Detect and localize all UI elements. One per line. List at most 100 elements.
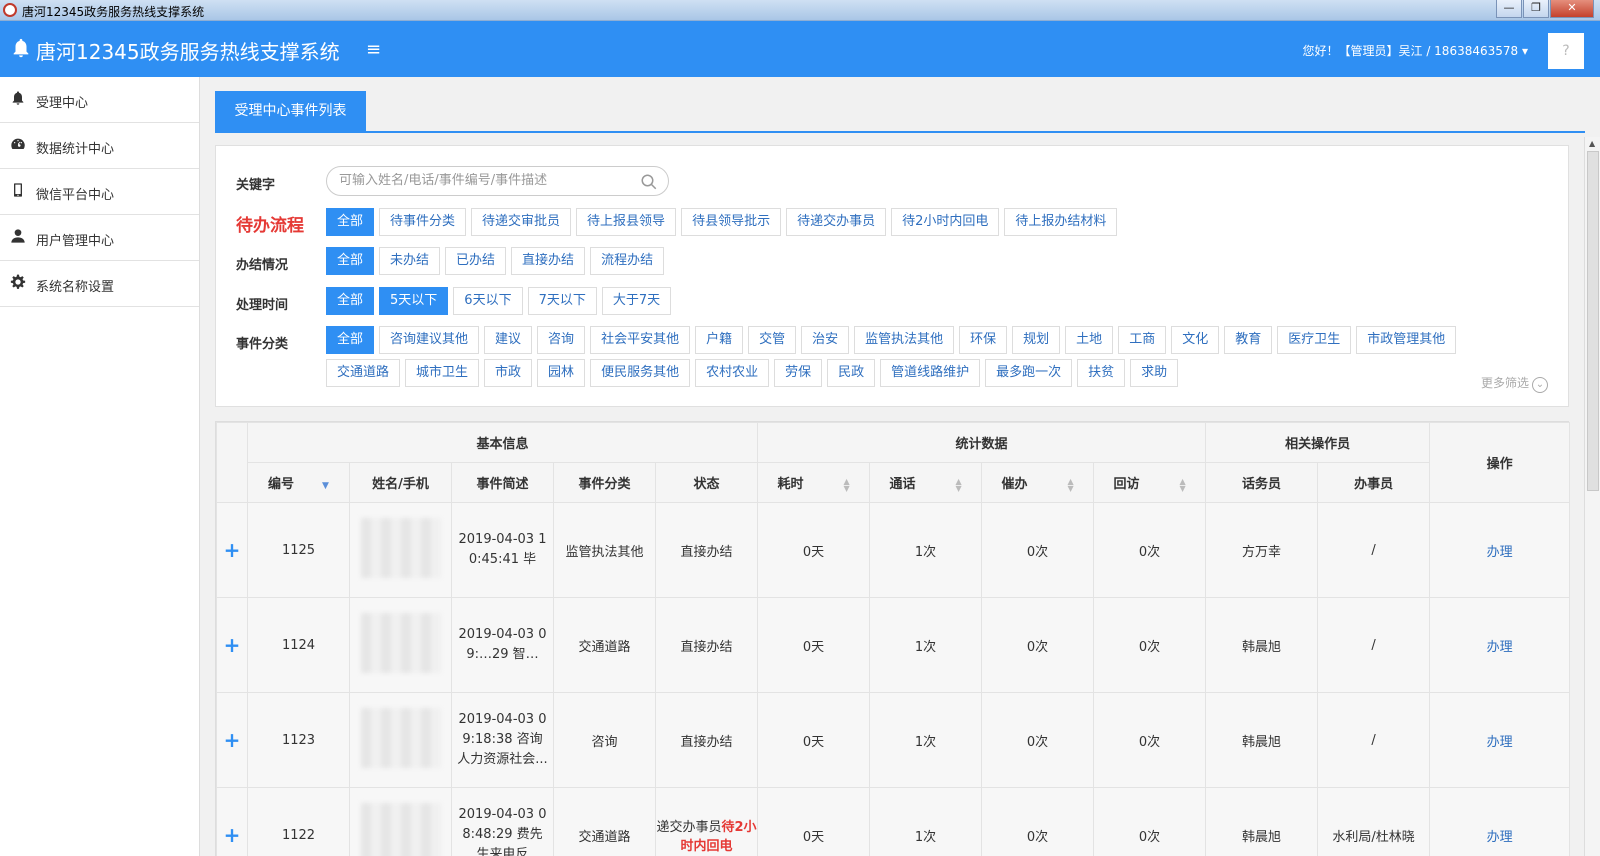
flow-filter-chip[interactable]: 待递交审批员 <box>471 208 572 236</box>
category-filter-chip[interactable]: 求助 <box>1130 359 1179 387</box>
category-filter-chip[interactable]: 园林 <box>537 359 586 387</box>
category-filter-chip[interactable]: 劳保 <box>774 359 823 387</box>
category-filter-chip[interactable]: 咨询 <box>537 326 586 354</box>
time-filter-chip[interactable]: 7天以下 <box>527 287 597 315</box>
category-filter-chip[interactable]: 民政 <box>827 359 876 387</box>
column-header-calls[interactable]: 通话 ▲ ▼ <box>869 462 983 503</box>
flow-filter-chip[interactable]: 待事件分类 <box>379 208 467 236</box>
category-filter-chip[interactable]: 市政管理其他 <box>1356 326 1457 354</box>
done-filter-chip[interactable]: 全部 <box>326 247 375 275</box>
column-header-revisit[interactable]: 回访 ▲ ▼ <box>1093 462 1207 503</box>
handle-link[interactable]: 办理 <box>1429 787 1571 856</box>
cell-revisit: 0次 <box>1093 787 1207 856</box>
sidebar-item-users[interactable]: 用户管理中心 <box>0 215 199 261</box>
sort-desc-icon[interactable]: ▼ <box>322 481 329 491</box>
cell-urge: 0次 <box>981 787 1095 856</box>
sidebar-item-statistics[interactable]: 数据统计中心 <box>0 123 199 169</box>
category-filter-chip[interactable]: 城市卫生 <box>405 359 480 387</box>
category-filter-chip[interactable]: 交通道路 <box>326 359 401 387</box>
search-input[interactable] <box>339 173 629 188</box>
cell-desc: 2019-04-03 09:18:38 咨询人力资源社会... <box>451 692 554 788</box>
flow-filter-chip[interactable]: 待上报县领导 <box>576 208 677 236</box>
sidebar-item-wechat[interactable]: 微信平台中心 <box>0 169 199 215</box>
category-filter-chip[interactable]: 环保 <box>959 326 1008 354</box>
column-header-duration[interactable]: 耗时 ▲ ▼ <box>757 462 871 503</box>
category-filter-chip[interactable]: 医疗卫生 <box>1277 326 1352 354</box>
flow-filter-chip[interactable]: 待递交办事员 <box>786 208 887 236</box>
column-header-id[interactable]: 编号 ▼ <box>247 462 350 503</box>
done-filter-chip[interactable]: 直接办结 <box>511 247 586 275</box>
sort-icon[interactable]: ▲ ▼ <box>843 477 849 492</box>
expand-icon[interactable]: + <box>216 787 248 856</box>
category-filter-chip[interactable]: 工商 <box>1118 326 1167 354</box>
category-filter-chip[interactable]: 市政 <box>484 359 533 387</box>
handle-link[interactable]: 办理 <box>1429 597 1571 693</box>
category-filter-chip[interactable]: 交管 <box>748 326 797 354</box>
category-label: 事件分类 <box>236 337 289 352</box>
scrollbar-thumb[interactable] <box>1587 151 1599 491</box>
minimize-button[interactable]: — <box>1496 0 1522 18</box>
cell-id: 1124 <box>247 597 350 693</box>
category-filter-chip[interactable]: 户籍 <box>695 326 744 354</box>
category-filter-chip[interactable]: 治安 <box>801 326 850 354</box>
handle-link[interactable]: 办理 <box>1429 502 1571 598</box>
user-greeting-dropdown[interactable]: 您好！【管理员】吴江 / 18638463578 ▾ <box>1303 42 1529 59</box>
cell-status: 递交办事员待2小时内回电 <box>654 787 759 856</box>
category-filter-chip[interactable]: 咨询建议其他 <box>379 326 480 354</box>
category-filter-chip[interactable]: 农村农业 <box>695 359 770 387</box>
handle-link[interactable]: 办理 <box>1429 692 1571 788</box>
category-filter-chip[interactable]: 管道线路维护 <box>880 359 981 387</box>
category-filter-chip[interactable]: 扶贫 <box>1077 359 1126 387</box>
cell-handler: / <box>1317 597 1431 693</box>
done-filter-chip[interactable]: 未办结 <box>379 247 441 275</box>
cell-desc: 2019-04-03 08:48:29 费先生来电反 <box>451 787 554 856</box>
tab-event-list[interactable]: 受理中心事件列表 <box>215 91 366 131</box>
scroll-up-icon[interactable]: ▲ <box>1589 139 1595 148</box>
event-table: 基本信息 统计数据 相关操作员 操作 编号 ▼ 姓名/手机 事件简述 事件分类 状… <box>215 421 1571 856</box>
done-filter-chip[interactable]: 已办结 <box>445 247 507 275</box>
column-header-urge[interactable]: 催办 ▲ ▼ <box>981 462 1095 503</box>
cell-category: 交通道路 <box>553 787 656 856</box>
restore-button[interactable]: ❐ <box>1523 0 1549 18</box>
category-filter-chip[interactable]: 便民服务其他 <box>590 359 691 387</box>
done-filter-row: 全部 未办结 已办结 直接办结 流程办结 <box>326 247 669 275</box>
sidebar-item-system-name[interactable]: 系统名称设置 <box>0 261 199 307</box>
vertical-scrollbar[interactable]: ▲ <box>1584 137 1600 856</box>
more-filter-button[interactable]: 更多筛选 ⌄ <box>1481 374 1548 393</box>
flow-filter-chip[interactable]: 全部 <box>326 208 375 236</box>
expand-icon[interactable]: + <box>216 502 248 598</box>
cell-duration: 0天 <box>757 692 871 788</box>
category-filter-chip[interactable]: 土地 <box>1065 326 1114 354</box>
flow-filter-chip[interactable]: 待上报办结材料 <box>1004 208 1118 236</box>
help-button[interactable]: ? <box>1548 33 1584 69</box>
time-filter-chip[interactable]: 全部 <box>326 287 375 315</box>
sort-icon[interactable]: ▲ ▼ <box>1179 477 1185 492</box>
sort-icon[interactable]: ▲ ▼ <box>955 477 961 492</box>
menu-toggle-icon[interactable]: ≡ <box>366 39 381 60</box>
search-icon[interactable] <box>640 173 658 191</box>
category-filter-chip[interactable]: 建议 <box>484 326 533 354</box>
time-filter-chip[interactable]: 5天以下 <box>379 287 449 315</box>
time-filter-chip[interactable]: 大于7天 <box>601 287 672 315</box>
category-filter-chip[interactable]: 社会平安其他 <box>590 326 691 354</box>
category-filter-chip[interactable]: 规划 <box>1012 326 1061 354</box>
time-filter-chip[interactable]: 6天以下 <box>453 287 523 315</box>
done-filter-chip[interactable]: 流程办结 <box>590 247 665 275</box>
flow-filter-chip[interactable]: 待县领导批示 <box>681 208 782 236</box>
group-header-stats: 统计数据 <box>757 422 1207 463</box>
sidebar-item-accept-center[interactable]: 受理中心 <box>0 77 199 123</box>
window-controls: — ❐ ✕ <box>1495 0 1594 18</box>
status-text: 直接办结 <box>680 639 733 655</box>
expand-icon[interactable]: + <box>216 597 248 693</box>
close-button[interactable]: ✕ <box>1550 0 1594 18</box>
flow-filter-chip[interactable]: 待2小时内回电 <box>891 208 1000 236</box>
expand-icon[interactable]: + <box>216 692 248 788</box>
sidebar-item-label: 用户管理中心 <box>36 234 115 249</box>
search-box[interactable] <box>326 166 669 196</box>
category-filter-chip[interactable]: 监管执法其他 <box>854 326 955 354</box>
category-filter-chip[interactable]: 文化 <box>1171 326 1220 354</box>
category-filter-chip[interactable]: 教育 <box>1224 326 1273 354</box>
category-filter-chip[interactable]: 全部 <box>326 326 375 354</box>
sort-icon[interactable]: ▲ ▼ <box>1067 477 1073 492</box>
category-filter-chip[interactable]: 最多跑一次 <box>985 359 1073 387</box>
